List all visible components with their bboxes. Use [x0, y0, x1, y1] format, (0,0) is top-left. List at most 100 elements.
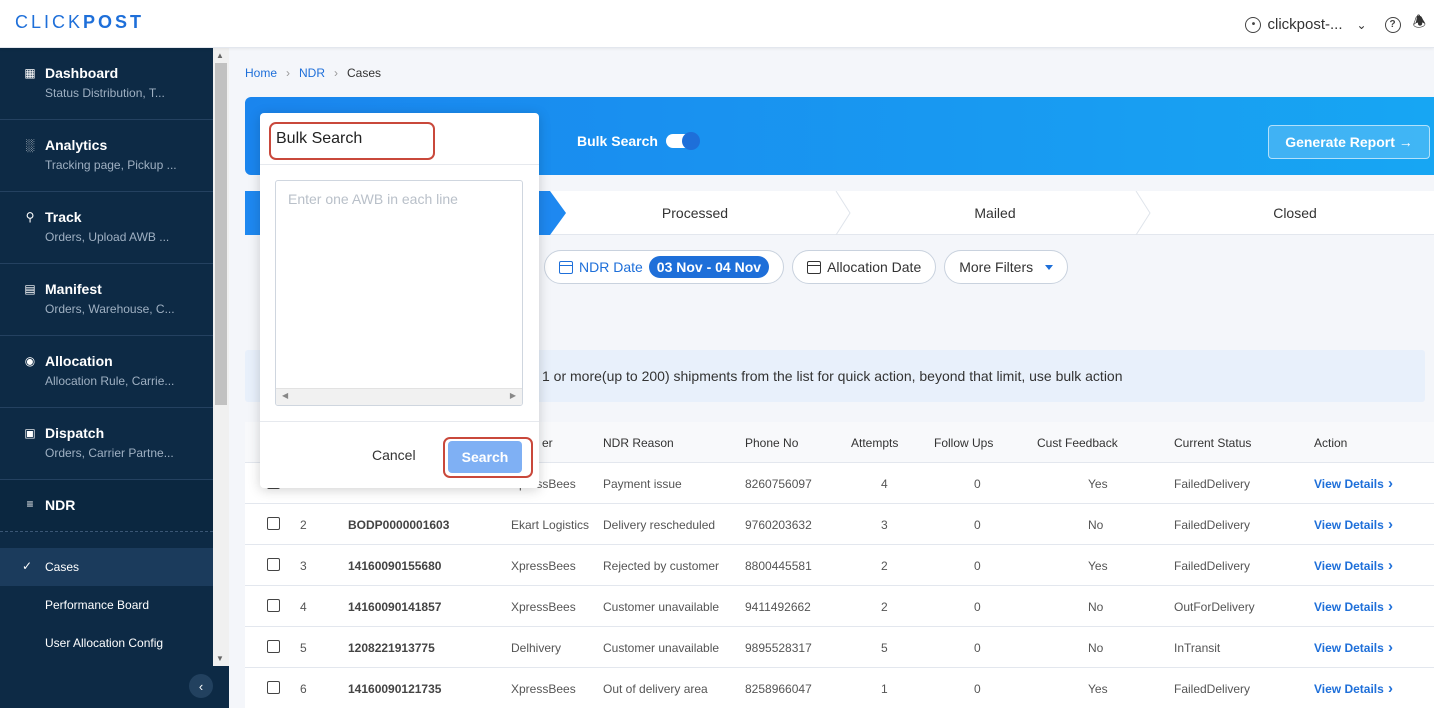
view-details-link[interactable]: View Details — [1314, 559, 1384, 573]
cust-feedback: Yes — [1088, 477, 1108, 491]
follow-ups-count: 0 — [974, 600, 981, 614]
chevron-right-icon[interactable]: › — [1388, 639, 1393, 656]
ndr-date-filter[interactable]: NDR Date 03 Nov - 04 Nov — [544, 250, 785, 284]
highlight-box — [269, 122, 435, 160]
row-checkbox[interactable] — [267, 681, 280, 694]
follow-ups-count: 0 — [974, 477, 981, 491]
table-body: 114160090177077XpressBeesPayment issue82… — [245, 463, 1434, 708]
view-details-link[interactable]: View Details — [1314, 600, 1384, 614]
phone-number: 9895528317 — [745, 641, 812, 655]
sidebar-subitem-user-allocation-config[interactable]: User Allocation Config — [0, 624, 213, 662]
row-checkbox[interactable] — [267, 599, 280, 612]
sidebar-item-track[interactable]: ⚲ Track Orders, Upload AWB ... — [0, 192, 213, 264]
table-row[interactable]: 3 14160090155680 XpressBees Rejected by cus… — [245, 545, 1434, 586]
toggle-switch[interactable] — [665, 132, 700, 150]
chevron-right-icon[interactable]: › — [1388, 516, 1393, 533]
scroll-down-arrow-icon[interactable]: ▼ — [216, 654, 224, 663]
carrier-name: XpressBees — [511, 559, 576, 573]
column-header-carrier[interactable]: er — [542, 436, 553, 450]
sidebar-item-manifest[interactable]: ▤ Manifest Orders, Warehouse, C... — [0, 264, 213, 336]
help-icon[interactable]: ? — [1384, 16, 1401, 33]
more-filters-dropdown[interactable]: More Filters — [944, 250, 1069, 284]
sidebar-item-dispatch[interactable]: ▣ Dispatch Orders, Carrier Partne... — [0, 408, 213, 480]
carrier-name: Ekart Logistics — [511, 518, 590, 532]
awb-input-box[interactable]: ◀ ▶ — [275, 180, 523, 406]
table-row[interactable]: 2 BODP0000001603 Ekart Logistics Delivery r… — [245, 504, 1434, 545]
chevron-right-icon[interactable]: › — [1388, 557, 1393, 574]
filter-bar: NDR Date 03 Nov - 04 Nov Allocation Date… — [544, 250, 1069, 284]
view-details-link[interactable]: View Details — [1314, 518, 1384, 532]
scroll-thumb[interactable] — [215, 63, 227, 405]
sidebar-item-sub: Status Distribution, T... — [45, 86, 165, 100]
chevron-left-icon: ‹ — [198, 678, 204, 694]
sidebar-item-allocation[interactable]: ◉ Allocation Allocation Rule, Carrie... — [0, 336, 213, 408]
step-processed[interactable]: Processed — [585, 191, 805, 235]
scroll-left-arrow-icon[interactable]: ◀ — [282, 391, 288, 400]
sidebar-item-analytics[interactable]: ░ Analytics Tracking page, Pickup ... — [0, 120, 213, 192]
column-header-phone[interactable]: Phone No — [745, 436, 798, 450]
sidebar-item-ndr[interactable]: ≡ NDR — [0, 480, 213, 532]
ndr-reason: Payment issue — [603, 477, 682, 491]
sidebar-subitem-performance-board[interactable]: Performance Board — [0, 586, 213, 624]
bar-chart-icon: ░ — [25, 138, 35, 152]
breadcrumb-cases: Cases — [347, 66, 382, 80]
column-header-ndr-reason[interactable]: NDR Reason — [603, 436, 674, 450]
column-header-follow-ups[interactable]: Follow Ups — [934, 436, 993, 450]
ndr-reason: Customer unavailable — [603, 600, 720, 614]
carrier-name: XpressBees — [511, 600, 576, 614]
awb-number: 14160090141857 — [348, 600, 442, 614]
current-status: FailedDelivery — [1174, 682, 1251, 696]
attempts-count: 1 — [881, 682, 888, 696]
table-row[interactable]: 6 14160090121735 XpressBees Out of delivery… — [245, 668, 1434, 708]
row-checkbox[interactable] — [267, 640, 280, 653]
column-header-attempts[interactable]: Attempts — [851, 436, 898, 450]
view-details-link[interactable]: View Details — [1314, 641, 1384, 655]
row-checkbox[interactable] — [267, 517, 280, 530]
step-closed[interactable]: Closed — [1185, 191, 1405, 235]
cust-feedback: Yes — [1088, 559, 1108, 573]
generate-report-button[interactable]: Generate Report → — [1268, 125, 1430, 159]
chevron-right-icon[interactable]: › — [1388, 680, 1393, 697]
collapse-sidebar-button[interactable]: ‹ — [189, 674, 213, 698]
row-checkbox[interactable] — [267, 558, 280, 571]
column-header-current-status[interactable]: Current Status — [1174, 436, 1251, 450]
phone-number: 8260756097 — [745, 477, 812, 491]
breadcrumb-home[interactable]: Home — [245, 66, 277, 80]
breadcrumb-ndr[interactable]: NDR — [299, 66, 325, 80]
follow-ups-count: 0 — [974, 518, 981, 532]
current-status: FailedDelivery — [1174, 477, 1251, 491]
chevron-down-icon: ⌄ — [1356, 17, 1367, 32]
column-header-cust-feedback[interactable]: Cust Feedback — [1037, 436, 1118, 450]
scroll-right-arrow-icon[interactable]: ▶ — [510, 391, 516, 400]
ndr-submenu: ✓ Cases Performance Board User Allocatio… — [0, 548, 213, 662]
horizontal-scrollbar[interactable]: ◀ ▶ — [276, 388, 522, 405]
calendar-icon — [807, 260, 822, 274]
sidebar-item-sub: Orders, Carrier Partne... — [45, 446, 174, 460]
ndr-reason: Rejected by customer — [603, 559, 720, 573]
cancel-button[interactable]: Cancel — [372, 447, 416, 463]
chevron-right-icon[interactable]: › — [1388, 598, 1393, 615]
view-details-link[interactable]: View Details — [1314, 477, 1384, 491]
allocation-date-filter[interactable]: Allocation Date — [792, 250, 937, 284]
table-row[interactable]: 4 14160090141857 XpressBees Customer unavai… — [245, 586, 1434, 627]
sidebar-item-dashboard[interactable]: ▦ Dashboard Status Distribution, T... — [0, 48, 213, 120]
dashboard-icon: ▦ — [24, 66, 36, 80]
follow-ups-count: 0 — [974, 641, 981, 655]
scroll-up-arrow-icon[interactable]: ▲ — [216, 51, 224, 60]
step-mailed[interactable]: Mailed — [885, 191, 1105, 235]
sidebar-footer: ‹ — [0, 666, 229, 708]
awb-textarea[interactable] — [276, 181, 522, 388]
bell-icon[interactable]: 🕭 — [1413, 12, 1426, 37]
sidebar-item-sub: Allocation Rule, Carrie... — [45, 374, 175, 388]
bulk-search-toggle[interactable]: Bulk Search — [577, 132, 700, 150]
chevron-right-icon[interactable]: › — [1388, 475, 1393, 492]
user-menu[interactable]: • clickpost-... ⌄ — [1245, 16, 1367, 33]
sidebar-subitem-cases[interactable]: ✓ Cases — [0, 548, 213, 586]
clickpost-logo[interactable]: CLICKPOST — [15, 12, 144, 33]
awb-number: 14160090121735 — [348, 682, 442, 696]
table-row[interactable]: 5 1208221913775 Delhivery Customer unavaila… — [245, 627, 1434, 668]
view-details-link[interactable]: View Details — [1314, 682, 1384, 696]
sidebar-scrollbar[interactable]: ▲ ▼ — [213, 48, 229, 666]
awb-number: 1208221913775 — [348, 641, 435, 655]
ndr-reason: Customer unavailable — [603, 641, 720, 655]
